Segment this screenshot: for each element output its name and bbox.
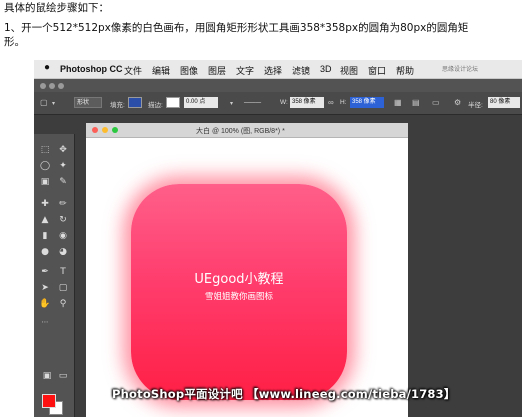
path-selection-tool-icon[interactable]: ➤ (38, 282, 52, 294)
zoom-tool-icon[interactable]: ⚲ (56, 298, 70, 310)
magic-wand-tool-icon[interactable]: ✦ (56, 160, 70, 172)
menu-layer[interactable]: 图层 (208, 64, 226, 77)
path-operations-icon[interactable]: ▦ (394, 98, 402, 107)
path-arrangement-icon[interactable]: ▭ (432, 98, 440, 107)
chevron-down-icon[interactable]: ▾ (52, 100, 55, 107)
height-label: H: (340, 99, 347, 106)
article-intro: 具体的鼠绘步骤如下： (4, 2, 109, 14)
mode-select[interactable]: 形状 (74, 97, 102, 108)
menu-photoshop[interactable]: Photoshop CC (60, 64, 123, 74)
watermark-text: PhotoShop平面设计吧 【www.lineeg.com/tieba/178… (112, 387, 456, 401)
menu-3d[interactable]: 3D (320, 64, 332, 74)
zoom-dot-icon[interactable] (112, 127, 118, 133)
tools-panel: ⬚ ✥ ◯ ✦ ▣ ✎ ✚ ✏ ▲ ↻ ▮ ◉ ● ◕ ✒ T ➤ ▢ ✋ ⚲ … (34, 134, 75, 417)
blur-tool-icon[interactable]: ● (38, 246, 52, 258)
pen-tool-icon[interactable]: ✒ (38, 266, 52, 278)
menu-select[interactable]: 选择 (264, 64, 282, 77)
width-label: W: (280, 99, 288, 106)
menu-edit[interactable]: 编辑 (152, 64, 170, 77)
rounded-app-icon: UEgood小教程 雪姐姐教你画图标 (131, 184, 347, 400)
brush-tool-icon[interactable]: ✏ (56, 198, 70, 210)
lasso-tool-icon[interactable]: ◯ (38, 160, 52, 172)
eyedropper-tool-icon[interactable]: ✎ (56, 176, 70, 188)
type-tool-icon[interactable]: T (56, 266, 70, 278)
article-step-1-continued: 形。 (4, 36, 25, 48)
menu-window[interactable]: 窗口 (368, 64, 386, 77)
foreground-color-swatch[interactable] (42, 394, 56, 408)
eraser-tool-icon[interactable]: ▮ (38, 230, 52, 242)
height-input[interactable]: 358 像素 (350, 97, 384, 108)
healing-brush-tool-icon[interactable]: ✚ (38, 198, 52, 210)
fill-swatch[interactable] (128, 97, 142, 108)
paint-bucket-tool-icon[interactable]: ◉ (56, 230, 70, 242)
photoshop-screenshot: ● Photoshop CC 文件 编辑 图像 图层 文字 选择 滤镜 3D 视… (34, 60, 522, 417)
menu-help[interactable]: 帮助 (396, 64, 414, 77)
more-tools-icon[interactable]: ⋯ (38, 316, 52, 328)
screen-mode-icon[interactable]: ▭ (56, 370, 70, 382)
minimize-dot-icon[interactable] (102, 127, 108, 133)
menu-type[interactable]: 文字 (236, 64, 254, 77)
tool-preset-icon[interactable]: ▢ (40, 98, 48, 107)
apple-icon[interactable]: ● (44, 62, 50, 73)
quick-mask-icon[interactable]: ▣ (40, 370, 54, 382)
radius-input[interactable]: 80 像素 (488, 97, 520, 108)
close-dot-icon[interactable] (92, 127, 98, 133)
dodge-tool-icon[interactable]: ◕ (56, 246, 70, 258)
path-alignment-icon[interactable]: ▤ (412, 98, 420, 107)
hand-tool-icon[interactable]: ✋ (38, 298, 52, 310)
menu-view[interactable]: 视图 (340, 64, 358, 77)
width-input[interactable]: 358 像素 (290, 97, 324, 108)
article-step-1: 1、开一个512*512px像素的白色画布，用圆角矩形形状工具画358*358p… (4, 22, 469, 34)
fill-label: 填充: (110, 102, 125, 109)
minimize-light-icon[interactable] (49, 83, 55, 89)
document-title: 大白 @ 100% (图, RGB/8*) * (196, 128, 285, 135)
stroke-label: 描边: (148, 102, 163, 109)
clone-stamp-tool-icon[interactable]: ▲ (38, 214, 52, 226)
stroke-type-icon[interactable]: ─── (244, 98, 261, 107)
history-brush-tool-icon[interactable]: ↻ (56, 214, 70, 226)
menu-image[interactable]: 图像 (180, 64, 198, 77)
move-tool-icon[interactable]: ✥ (56, 144, 70, 156)
icon-title-text: UEgood小教程 (194, 272, 284, 287)
menu-bar: ● Photoshop CC 文件 编辑 图像 图层 文字 选择 滤镜 3D 视… (34, 60, 522, 79)
document-window: 大白 @ 100% (图, RGB/8*) * UEgood小教程 雪姐姐教你画… (86, 123, 408, 417)
document-tab[interactable]: 大白 @ 100% (图, RGB/8*) * (86, 123, 408, 138)
gear-icon[interactable]: ⚙ (454, 98, 461, 107)
zoom-light-icon[interactable] (58, 83, 64, 89)
link-icon[interactable]: ∞ (328, 98, 334, 107)
menu-filter[interactable]: 滤镜 (292, 64, 310, 77)
app-window-bar (34, 79, 522, 92)
rounded-rectangle-tool-icon[interactable]: ▢ (56, 282, 70, 294)
stroke-swatch[interactable] (166, 97, 180, 108)
menu-file[interactable]: 文件 (124, 64, 142, 77)
crop-tool-icon[interactable]: ▣ (38, 176, 52, 188)
radius-label: 半径: (468, 102, 483, 109)
marquee-tool-icon[interactable]: ⬚ (38, 144, 52, 156)
icon-subtitle-text: 雪姐姐教你画图标 (204, 292, 273, 302)
close-light-icon[interactable] (40, 83, 46, 89)
chevron-down-icon[interactable]: ▾ (230, 100, 233, 107)
options-bar: ▢ ▾ 形状 填充: 描边: 0.00 点 ▾ ─── W: 358 像素 ∞ … (34, 92, 522, 115)
stroke-width-input[interactable]: 0.00 点 (184, 97, 218, 108)
corner-watermark: 思缘设计论坛 (442, 67, 479, 73)
